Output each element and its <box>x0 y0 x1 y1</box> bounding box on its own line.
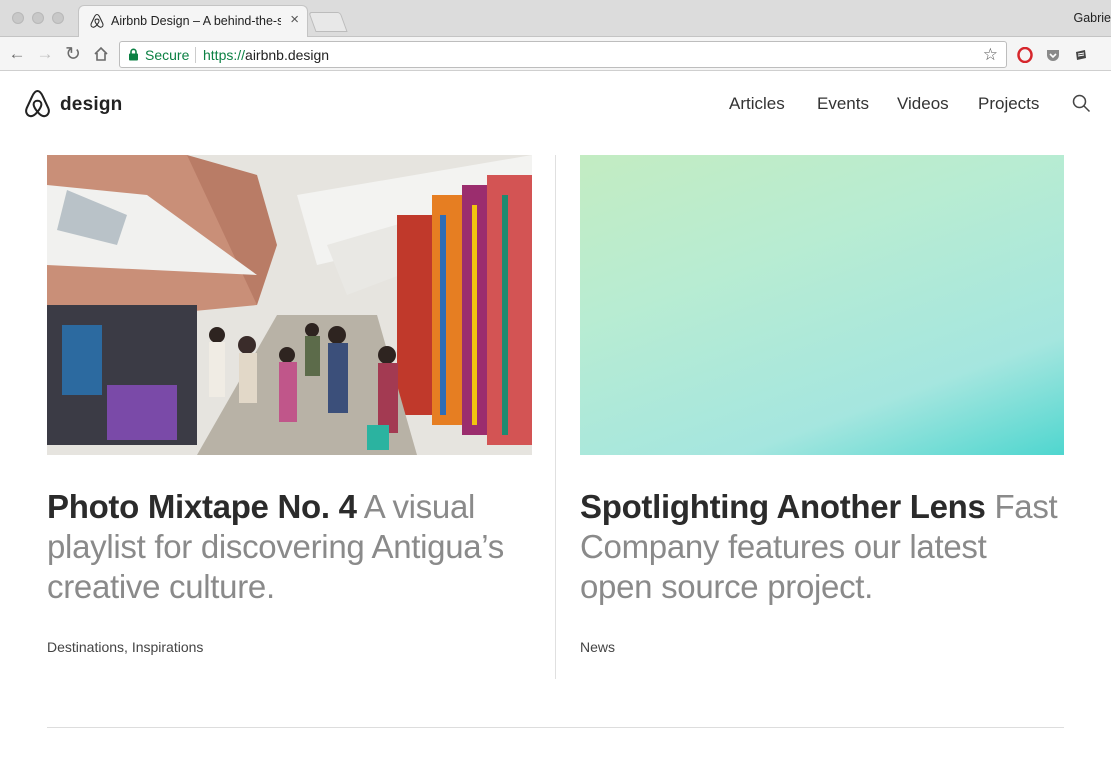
pocket-extension-icon[interactable] <box>1045 47 1061 63</box>
opera-extension-icon[interactable] <box>1017 47 1033 63</box>
airbnb-favicon-icon <box>90 13 104 28</box>
back-icon[interactable]: ← <box>6 43 28 65</box>
article-card[interactable]: Spotlighting Another Lens Fast Company f… <box>580 155 1064 655</box>
omnibox-separator <box>195 47 196 63</box>
tab-title: Airbnb Design – A behind-the-scenes look <box>111 14 281 28</box>
minimize-window-button[interactable] <box>32 12 44 24</box>
browser-tab-bar: Airbnb Design – A behind-the-scenes look… <box>0 0 1111 37</box>
article-tags[interactable]: Destinations, Inspirations <box>47 639 203 655</box>
home-icon[interactable] <box>90 43 112 65</box>
nav-videos[interactable]: Videos <box>897 94 949 114</box>
url-text[interactable]: https://airbnb.design <box>203 47 329 63</box>
article-card[interactable]: Photo Mixtape No. 4 A visual playlist fo… <box>47 155 532 655</box>
forward-icon[interactable]: → <box>34 43 56 65</box>
reload-icon[interactable]: ↻ <box>62 43 84 65</box>
secure-label: Secure <box>145 47 190 63</box>
site-header: design Articles Events Videos Projects <box>0 72 1111 140</box>
extension-icon[interactable] <box>1073 47 1089 63</box>
new-tab-button[interactable] <box>308 12 348 32</box>
article-headline[interactable]: Spotlighting Another Lens Fast Company f… <box>580 487 1064 607</box>
nav-events[interactable]: Events <box>817 94 869 114</box>
nav-articles[interactable]: Articles <box>729 94 785 114</box>
article-title: Spotlighting Another Lens <box>580 488 986 525</box>
gradient-image[interactable] <box>580 155 1064 455</box>
airbnb-belo-icon <box>25 89 50 118</box>
bookmark-star-icon[interactable]: ☆ <box>983 45 998 65</box>
nav-projects[interactable]: Projects <box>978 94 1039 114</box>
search-icon[interactable] <box>1072 94 1091 113</box>
article-headline[interactable]: Photo Mixtape No. 4 A visual playlist fo… <box>47 487 532 607</box>
browser-toolbar: ← → ↻ Secure https://airbnb.design ☆ <box>0 37 1111 71</box>
column-divider <box>555 155 556 679</box>
market-photo[interactable] <box>47 155 532 455</box>
article-title: Photo Mixtape No. 4 <box>47 488 357 525</box>
profile-name[interactable]: Gabrie <box>1073 11 1111 25</box>
site-logo[interactable]: design <box>24 89 122 120</box>
section-divider <box>47 727 1064 728</box>
browser-tab[interactable]: Airbnb Design – A behind-the-scenes look… <box>78 5 308 37</box>
url-host: airbnb.design <box>245 47 330 63</box>
article-tags[interactable]: News <box>580 639 615 655</box>
lock-icon <box>129 48 138 61</box>
logo-text: design <box>60 93 123 115</box>
close-tab-icon[interactable]: × <box>290 12 299 28</box>
address-bar[interactable]: Secure https://airbnb.design ☆ <box>119 41 1007 68</box>
zoom-window-button[interactable] <box>52 12 64 24</box>
url-scheme: https:// <box>203 47 246 63</box>
close-window-button[interactable] <box>12 12 24 24</box>
